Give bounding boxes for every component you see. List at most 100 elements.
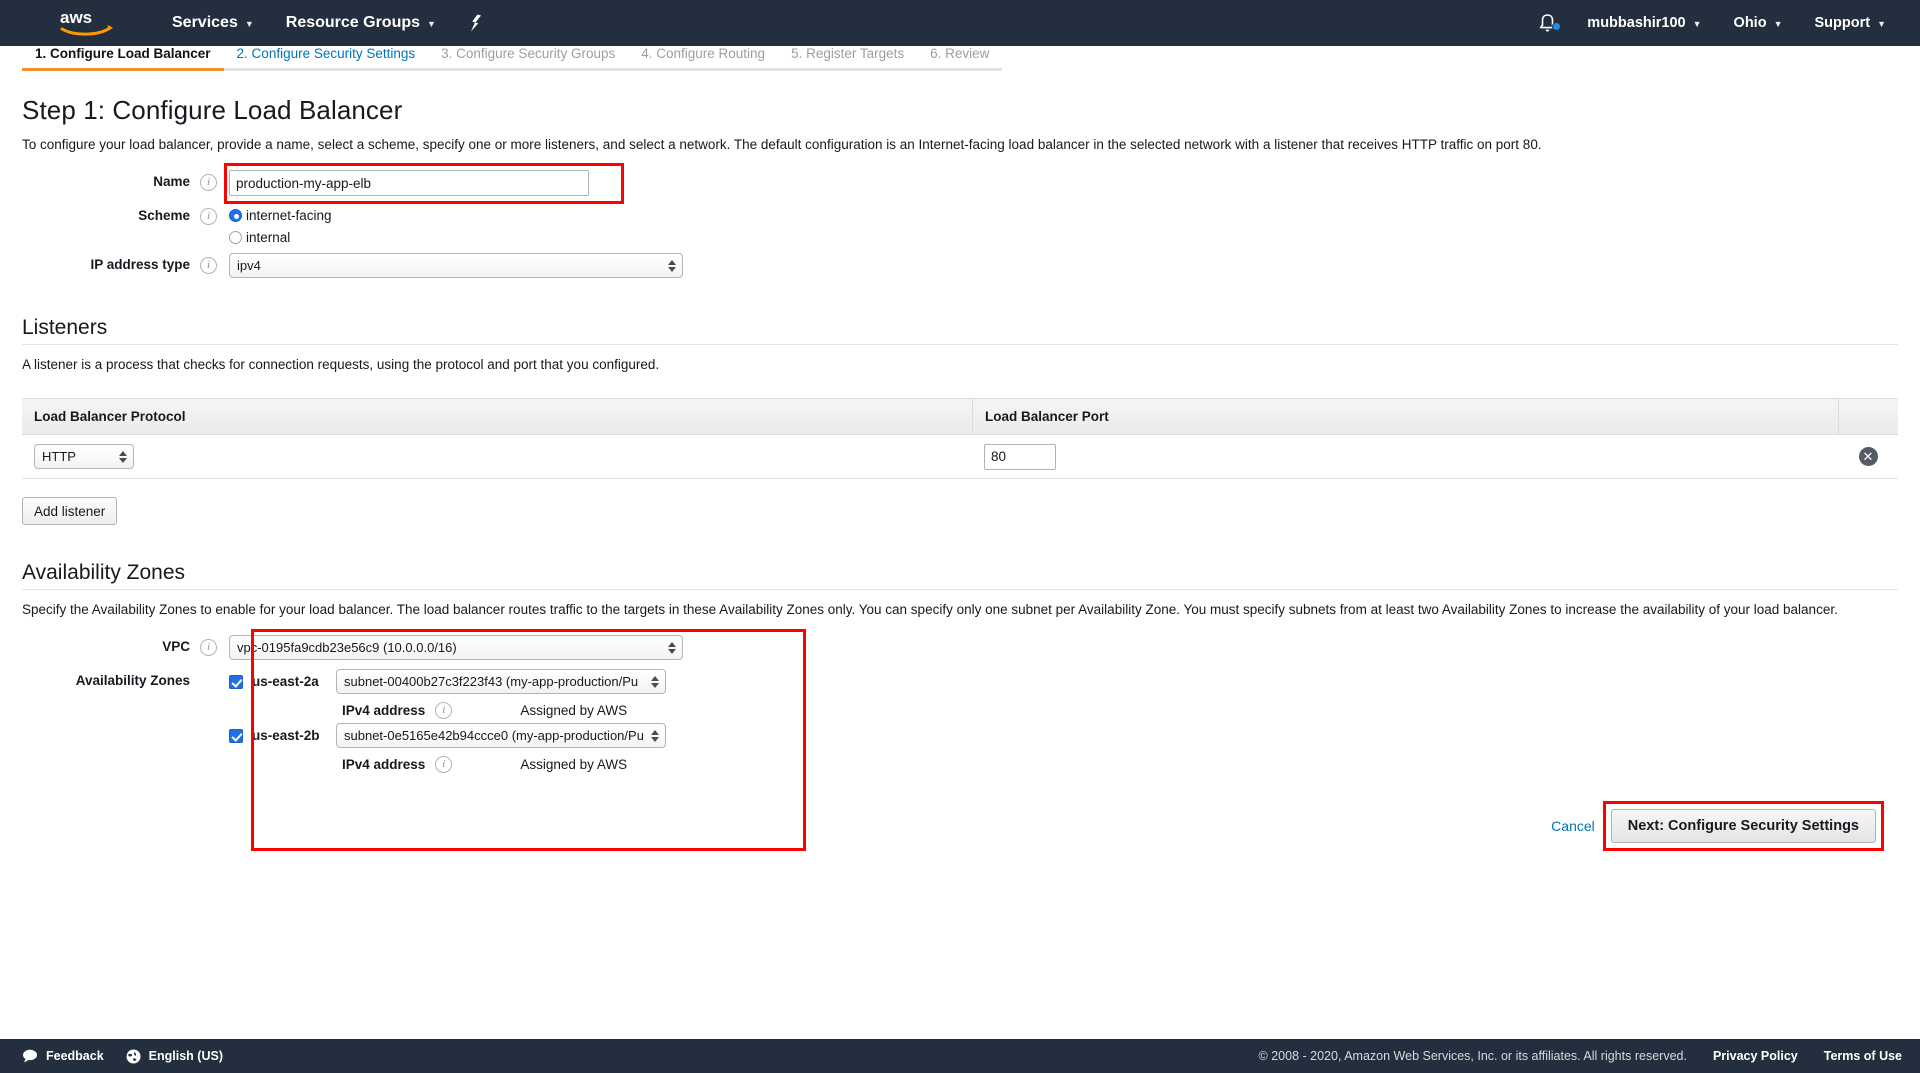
az-1-ipv4-line: IPv4 address i Assigned by AWS <box>342 702 1898 719</box>
az-row-2: us-east-2b subnet-0e5165e42b94ccce0 (my-… <box>229 723 1898 773</box>
next-configure-security-settings-button[interactable]: Next: Configure Security Settings <box>1610 809 1876 843</box>
aws-logo-icon[interactable]: aws <box>58 8 132 38</box>
az-checkbox-us-east-2b[interactable] <box>229 728 243 743</box>
pin-icon[interactable] <box>452 14 499 32</box>
listeners-table-header: Load Balancer Protocol Load Balancer Por… <box>22 398 1898 435</box>
nav-services-menu[interactable]: Services ▼ <box>156 0 270 46</box>
chevron-down-icon: ▼ <box>244 18 254 29</box>
info-icon[interactable]: i <box>200 639 217 656</box>
az-checkbox-us-east-2a[interactable] <box>229 674 243 689</box>
notifications-bell-button[interactable] <box>1524 13 1571 34</box>
ipv4-address-value: Assigned by AWS <box>520 757 628 772</box>
az-2-ipv4-line: IPv4 address i Assigned by AWS <box>342 756 1898 773</box>
tab-configure-load-balancer[interactable]: 1. Configure Load Balancer <box>22 46 224 71</box>
scheme-option-internal[interactable]: internal <box>229 228 1898 247</box>
name-label: Name <box>153 174 190 189</box>
nav-resource-groups-menu[interactable]: Resource Groups ▼ <box>270 0 452 46</box>
tab-label: 2. Configure Security Settings <box>236 46 416 61</box>
listener-port-input[interactable] <box>984 443 1056 470</box>
az-name-label: us-east-2b <box>252 728 320 743</box>
form-row-vpc: VPC i vpc-0195fa9cdb23e56c9 (10.0.0.0/16… <box>22 635 1898 660</box>
vpc-select-wrap: vpc-0195fa9cdb23e56c9 (10.0.0.0/16) <box>229 635 683 660</box>
listener-actions-cell: ✕ <box>1838 447 1898 466</box>
notification-badge-dot <box>1552 21 1562 31</box>
listeners-description: A listener is a process that checks for … <box>22 357 660 372</box>
az-row-1: us-east-2a subnet-00400b27c3f223f43 (my-… <box>229 669 1898 719</box>
nav-services-label: Services <box>172 14 238 31</box>
form-row-availability-zone-2: us-east-2b subnet-0e5165e42b94ccce0 (my-… <box>22 723 1898 773</box>
table-row: HTTP ✕ <box>22 435 1898 479</box>
nav-account-menu[interactable]: mubbashir100 ▼ <box>1571 0 1717 46</box>
footer-right: © 2008 - 2020, Amazon Web Services, Inc.… <box>1259 1049 1902 1063</box>
availability-zones-block: VPC i vpc-0195fa9cdb23e56c9 (10.0.0.0/16… <box>22 629 1898 851</box>
language-selector[interactable]: English (US) <box>126 1049 223 1064</box>
page-footer: Feedback English (US) © 2008 - 2020, Ama… <box>0 1039 1920 1073</box>
svg-text:aws: aws <box>60 8 92 27</box>
listener-protocol-select[interactable]: HTTP <box>34 444 134 469</box>
next-button-wrap: Next: Configure Security Settings <box>1602 801 1884 851</box>
tab-label: 4. Configure Routing <box>641 46 766 61</box>
info-icon[interactable]: i <box>435 756 453 773</box>
chevron-down-icon: ▼ <box>1773 18 1783 29</box>
nav-region-label: Ohio <box>1733 15 1767 31</box>
globe-icon <box>126 1049 141 1063</box>
vpc-select[interactable]: vpc-0195fa9cdb23e56c9 (10.0.0.0/16) <box>229 635 683 660</box>
add-listener-button[interactable]: Add listener <box>22 497 118 525</box>
az-name-label: us-east-2a <box>252 674 319 689</box>
vpc-field-area: vpc-0195fa9cdb23e56c9 (10.0.0.0/16) <box>229 635 1898 660</box>
feedback-button[interactable]: Feedback <box>22 1049 104 1063</box>
copyright-text: © 2008 - 2020, Amazon Web Services, Inc.… <box>1258 1049 1687 1063</box>
info-icon[interactable]: i <box>200 208 217 225</box>
tab-label: 5. Register Targets <box>791 46 905 61</box>
scheme-label: Scheme <box>138 208 190 223</box>
listener-protocol-cell: HTTP <box>22 444 972 469</box>
tab-label: 6. Review <box>930 46 990 61</box>
radio-internal[interactable] <box>229 231 242 244</box>
form-row-scheme: Scheme i internet-facing internal <box>22 204 1898 247</box>
radio-internet-facing[interactable] <box>229 209 242 222</box>
info-icon[interactable]: i <box>435 702 453 719</box>
form-row-name: Name i <box>22 163 1898 204</box>
az-label-spacer <box>22 723 190 727</box>
page-title: Step 1: Configure Load Balancer <box>22 95 403 125</box>
ip-address-type-select[interactable]: ipv4 <box>229 253 683 278</box>
availability-zones-heading: Availability Zones <box>22 561 186 584</box>
info-icon[interactable]: i <box>200 257 217 274</box>
page-description: To configure your load balancer, provide… <box>22 137 1542 152</box>
form-row-ip-address-type: IP address type i ipv4 <box>22 253 1898 278</box>
close-circle-icon[interactable]: ✕ <box>1858 447 1878 466</box>
availability-zones-description: Specify the Availability Zones to enable… <box>22 602 1838 617</box>
column-header-protocol: Load Balancer Protocol <box>34 409 186 424</box>
feedback-label: Feedback <box>46 1049 104 1063</box>
tab-configure-routing: 4. Configure Routing <box>628 46 779 71</box>
ip-type-field-area: ipv4 <box>229 253 1898 278</box>
availability-zones-label: Availability Zones <box>75 673 190 688</box>
section-divider <box>22 589 1898 590</box>
chevron-down-icon: ▼ <box>1692 18 1702 29</box>
listeners-heading: Listeners <box>22 316 108 339</box>
subnet-select-us-east-2a[interactable]: subnet-00400b27c3f223f43 (my-app-product… <box>336 669 666 694</box>
terms-of-use-link[interactable]: Terms of Use <box>1824 1049 1902 1063</box>
chevron-down-icon: ▼ <box>1877 18 1886 29</box>
subnet-select-wrap-1: subnet-00400b27c3f223f43 (my-app-product… <box>336 669 666 694</box>
language-label: English (US) <box>148 1049 223 1063</box>
info-icon[interactable]: i <box>200 174 217 191</box>
nav-account-label: mubbashir100 <box>1587 15 1686 31</box>
listener-port-cell <box>972 443 1838 470</box>
form-row-availability-zones: Availability Zones us-east-2a subnet-004… <box>22 669 1898 719</box>
wizard-step-tabs: 1. Configure Load Balancer 2. Configure … <box>0 46 1920 79</box>
column-header-actions <box>1838 398 1898 435</box>
cancel-button[interactable]: Cancel <box>1551 818 1595 834</box>
az-2-line: us-east-2b subnet-0e5165e42b94ccce0 (my-… <box>229 723 1898 748</box>
ipv4-address-label: IPv4 address <box>342 703 426 718</box>
tab-register-targets: 5. Register Targets <box>778 46 918 71</box>
section-divider <box>22 344 1898 345</box>
subnet-select-us-east-2b[interactable]: subnet-0e5165e42b94ccce0 (my-app-product… <box>336 723 666 748</box>
privacy-policy-link[interactable]: Privacy Policy <box>1713 1049 1798 1063</box>
nav-region-menu[interactable]: Ohio ▼ <box>1718 0 1799 46</box>
scheme-option-internet-facing[interactable]: internet-facing <box>229 206 1898 225</box>
lb-name-input[interactable] <box>229 170 589 196</box>
vpc-label: VPC <box>162 639 190 654</box>
tab-configure-security-settings[interactable]: 2. Configure Security Settings <box>223 46 429 71</box>
nav-support-menu[interactable]: Support ▼ <box>1799 0 1903 46</box>
